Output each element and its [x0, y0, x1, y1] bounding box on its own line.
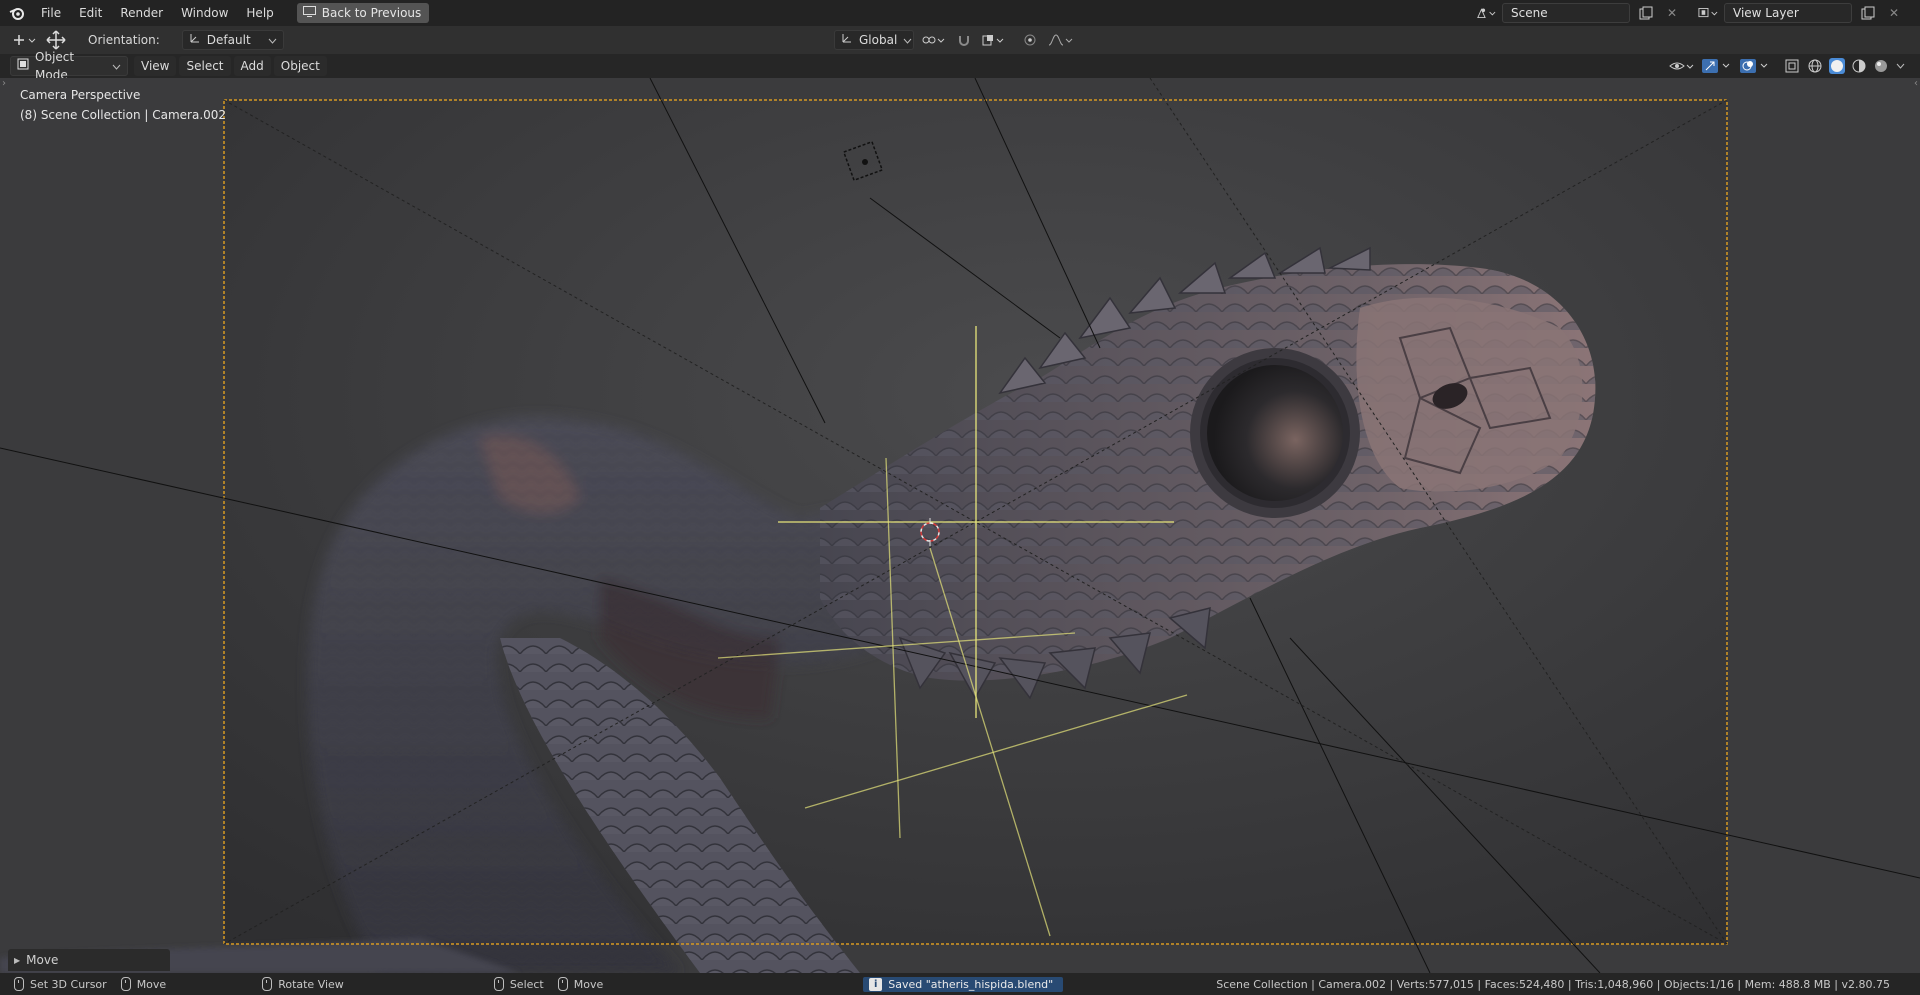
xray-toggle-icon[interactable]	[1782, 57, 1802, 75]
status-rotate-label: Rotate View	[278, 977, 344, 991]
mouse-left-icon	[14, 977, 24, 991]
status-move2-hint: Move	[557, 977, 604, 991]
visibility-eye-icon[interactable]	[1668, 57, 1696, 75]
menu-edit[interactable]: Edit	[70, 0, 111, 26]
back-to-previous-button[interactable]: Back to Previous	[296, 3, 430, 23]
material-shading-icon[interactable]	[1850, 57, 1868, 75]
proportional-edit-icon[interactable]	[1020, 31, 1040, 49]
top-right-controls: Scene ✕ View Layer ✕	[1476, 0, 1920, 26]
transform-orientation-dropdown[interactable]: Global	[834, 30, 914, 50]
rendered-shading-icon[interactable]	[1872, 57, 1890, 75]
viewport-menu-select[interactable]: Select	[179, 56, 231, 76]
view-layer-field[interactable]: View Layer	[1724, 3, 1852, 23]
pivot-point-icon[interactable]	[920, 31, 948, 49]
orientation-label: Orientation:	[88, 33, 160, 47]
scene-statistics: Scene Collection | Camera.002 | Verts:57…	[1216, 977, 1890, 991]
view-layer-selector-icon[interactable]	[1698, 4, 1718, 22]
mouse-middle-icon	[262, 977, 273, 991]
mouse-left-icon	[493, 977, 504, 991]
tool-settings-header: Orientation: Default Global	[0, 26, 1920, 54]
sidebar-expand-arrow-icon[interactable]: ‹	[1914, 78, 1918, 89]
menu-help[interactable]: Help	[237, 0, 282, 26]
orientation-dropdown[interactable]: Default	[181, 30, 284, 50]
status-set-cursor-hint: Set 3D Cursor	[14, 977, 107, 991]
transform-controls: Global	[834, 30, 1074, 50]
chevron-down-icon	[268, 31, 277, 49]
top-bar: File Edit Render Window Help Back to Pre…	[0, 0, 1920, 26]
snap-target-icon[interactable]	[980, 31, 1008, 49]
object-mode-dropdown[interactable]: Object Mode	[10, 50, 128, 82]
falloff-icon[interactable]	[1046, 31, 1074, 49]
status-bar: Set 3D Cursor Move Rotate View Select Mo…	[0, 973, 1920, 995]
remove-view-layer-icon[interactable]: ✕	[1884, 4, 1904, 22]
status-move2-label: Move	[573, 977, 604, 991]
global-axis-icon	[841, 31, 853, 49]
chevron-down-icon	[112, 57, 121, 75]
new-view-layer-icon[interactable]	[1858, 4, 1878, 22]
menu-window[interactable]: Window	[172, 0, 237, 26]
gizmo-toggle-icon[interactable]	[1700, 57, 1734, 75]
object-mode-icon	[17, 57, 29, 75]
status-select-hint: Select	[493, 977, 544, 991]
toolbar-expand-arrow-icon[interactable]: ›	[2, 78, 6, 89]
move-tool-icon[interactable]	[46, 30, 66, 50]
info-icon: i	[869, 977, 883, 991]
scene-selector-icon[interactable]	[1476, 4, 1496, 22]
status-set-cursor-label: Set 3D Cursor	[30, 977, 107, 991]
status-rotate-hint: Rotate View	[262, 977, 344, 991]
menu-file[interactable]: File	[32, 0, 70, 26]
orientation-value: Default	[206, 33, 251, 47]
viewport-header: Object Mode View Select Add Object	[0, 50, 1920, 82]
viewport-scene-render	[0, 78, 1920, 973]
remove-scene-icon[interactable]: ✕	[1662, 4, 1682, 22]
mouse-right-icon	[120, 977, 131, 991]
chevron-down-icon	[903, 31, 912, 49]
menu-render[interactable]: Render	[111, 0, 172, 26]
status-move-label: Move	[136, 977, 167, 991]
solid-shading-icon[interactable]	[1828, 57, 1846, 75]
orientation-axis-icon	[189, 31, 201, 49]
status-select-label: Select	[509, 977, 544, 991]
last-operator-panel[interactable]: ▶ Move	[8, 949, 170, 971]
overlays-toggle-icon[interactable]	[1738, 57, 1772, 75]
blender-logo-icon[interactable]	[8, 4, 26, 22]
shading-options-chevron-icon[interactable]	[1894, 57, 1906, 75]
saved-message: Saved "atheris_hispida.blend"	[888, 977, 1054, 991]
panel-expand-triangle-icon: ▶	[14, 955, 21, 965]
3d-viewport[interactable]: Camera Perspective (8) Scene Collection …	[0, 78, 1920, 973]
viewport-menu-object[interactable]: Object	[273, 56, 327, 76]
viewport-menu-add[interactable]: Add	[233, 56, 271, 76]
wireframe-shading-icon[interactable]	[1806, 57, 1824, 75]
new-scene-icon[interactable]	[1636, 4, 1656, 22]
scene-name-field[interactable]: Scene	[1502, 3, 1630, 23]
status-move-hint: Move	[120, 977, 167, 991]
screen-icon	[302, 3, 316, 23]
mouse-right-icon	[557, 977, 568, 991]
tool-type-icon[interactable]	[10, 31, 38, 49]
viewport-perspective-label: Camera Perspective	[20, 88, 141, 102]
transform-orientation-value: Global	[859, 33, 898, 47]
status-saved-report[interactable]: i Saved "atheris_hispida.blend"	[863, 976, 1064, 992]
snap-toggle-icon[interactable]	[954, 31, 974, 49]
viewport-shading-controls	[1668, 57, 1906, 75]
back-to-previous-label: Back to Previous	[321, 6, 422, 20]
viewport-menu-view[interactable]: View	[134, 56, 177, 76]
viewport-collection-label: (8) Scene Collection | Camera.002	[20, 108, 227, 122]
last-operator-label: Move	[26, 953, 59, 967]
